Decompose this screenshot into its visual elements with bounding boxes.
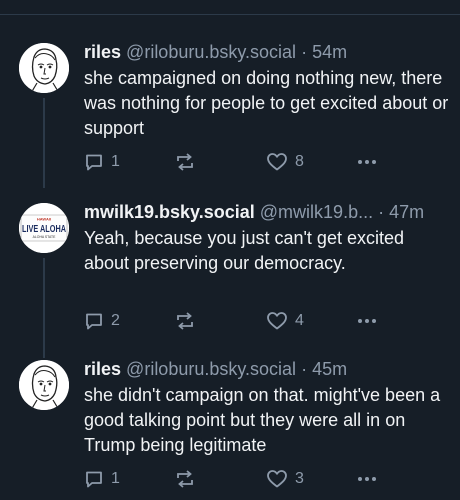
reply-count: 2 (111, 312, 120, 329)
reply-bubble-icon (86, 471, 102, 488)
handle[interactable]: @riloburu.bsky.social (126, 42, 296, 62)
avatar[interactable]: HAWAII LIVE ALOHA ALOHA STATE (19, 203, 69, 253)
heart-icon (267, 312, 287, 330)
post-text: she didn't campaign on that. might've be… (84, 385, 441, 455)
license-plate-avatar-icon: HAWAII LIVE ALOHA ALOHA STATE (19, 203, 69, 253)
post-actions: 1 8 (84, 149, 454, 175)
thread-line (43, 98, 45, 188)
separator: · (301, 359, 308, 379)
sketch-face-avatar-icon (19, 43, 69, 93)
avatar[interactable] (19, 360, 69, 410)
reply-bubble-icon (86, 154, 102, 171)
reply-button[interactable]: 1 (84, 466, 120, 492)
more-dots-icon (358, 477, 376, 481)
separator: · (378, 202, 385, 222)
like-button[interactable]: 3 (266, 466, 304, 492)
thread-line (43, 258, 45, 358)
repost-arrows-icon (177, 312, 193, 330)
like-count: 4 (295, 312, 304, 329)
repost-arrows-icon (177, 153, 193, 171)
post-text: she campaigned on doing nothing new, the… (84, 68, 449, 138)
post-header: riles @riloburu.bsky.social · 54m (84, 40, 452, 64)
reply-button[interactable]: 1 (84, 149, 120, 175)
more-options-button[interactable] (356, 149, 378, 175)
repost-arrows-icon (177, 470, 193, 488)
repost-button[interactable] (174, 466, 203, 492)
like-count: 8 (295, 153, 304, 170)
like-button[interactable]: 4 (266, 308, 304, 334)
display-name[interactable]: riles (84, 359, 121, 379)
more-dots-icon (358, 319, 376, 323)
divider (0, 14, 460, 15)
like-button[interactable]: 8 (266, 149, 304, 175)
post-text: Yeah, because you just can't get excited… (84, 228, 404, 273)
post-actions: 2 4 (84, 308, 454, 334)
timestamp[interactable]: 47m (389, 202, 424, 222)
reply-count: 1 (111, 153, 120, 170)
handle[interactable]: @riloburu.bsky.social (126, 359, 296, 379)
plate-bottom-text: ALOHA STATE (33, 235, 56, 239)
more-options-button[interactable] (356, 466, 378, 492)
post-header: riles @riloburu.bsky.social · 45m (84, 357, 452, 381)
display-name[interactable]: riles (84, 42, 121, 62)
like-count: 3 (295, 470, 304, 487)
reply-count: 1 (111, 470, 120, 487)
sketch-face-avatar-icon (19, 360, 69, 410)
more-dots-icon (358, 160, 376, 164)
plate-top-text: HAWAII (37, 217, 51, 222)
post-feed: riles @riloburu.bsky.social · 54m she ca… (0, 0, 460, 500)
repost-button[interactable] (174, 149, 203, 175)
repost-button[interactable] (174, 308, 203, 334)
more-options-button[interactable] (356, 308, 378, 334)
separator: · (301, 42, 308, 62)
heart-icon (267, 153, 287, 171)
post-actions: 1 3 (84, 466, 454, 492)
handle[interactable]: @mwilk19.b... (260, 202, 373, 222)
timestamp[interactable]: 45m (312, 359, 347, 379)
post-header: mwilk19.bsky.social @mwilk19.b... · 47m (84, 200, 452, 224)
plate-main-text: LIVE ALOHA (22, 224, 66, 235)
avatar[interactable] (19, 43, 69, 93)
reply-button[interactable]: 2 (84, 308, 120, 334)
reply-bubble-icon (86, 313, 102, 330)
display-name[interactable]: mwilk19.bsky.social (84, 202, 255, 222)
heart-icon (267, 470, 287, 488)
timestamp[interactable]: 54m (312, 42, 347, 62)
